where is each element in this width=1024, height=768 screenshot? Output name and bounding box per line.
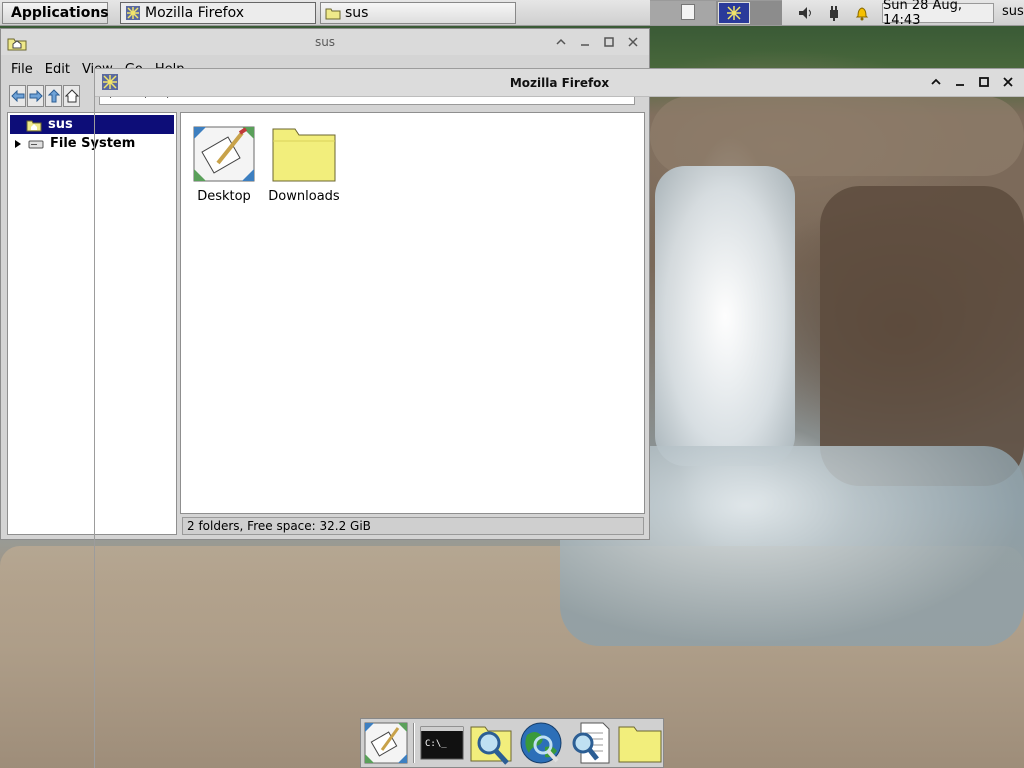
folder-icon xyxy=(618,726,662,763)
dock-home-folder[interactable] xyxy=(617,720,663,766)
menu-file[interactable]: File xyxy=(5,59,39,81)
dock-show-desktop[interactable] xyxy=(363,720,409,766)
home-folder-icon xyxy=(7,33,27,55)
menu-edit[interactable]: Edit xyxy=(39,59,76,81)
launcher-dock: C:\_ xyxy=(360,718,664,768)
dock-web-browser[interactable] xyxy=(518,720,564,766)
shade-icon[interactable] xyxy=(551,33,571,51)
forward-arrow-icon[interactable] xyxy=(27,85,44,107)
maximize-icon[interactable] xyxy=(599,33,619,51)
applications-label: Applications xyxy=(11,5,109,21)
expander-arrow-icon[interactable] xyxy=(14,139,22,149)
tree-item-label: sus xyxy=(48,117,73,132)
minimize-icon[interactable] xyxy=(950,73,970,91)
taskbar-firefox-label: Mozilla Firefox xyxy=(145,5,245,21)
close-icon[interactable] xyxy=(998,73,1018,91)
close-icon[interactable] xyxy=(623,33,643,51)
workspace-2[interactable] xyxy=(716,1,782,25)
workspace-window-thumbnail xyxy=(681,4,695,20)
volume-icon[interactable] xyxy=(796,5,816,21)
firefox-window-buttons xyxy=(926,73,1018,91)
notification-bell-icon[interactable] xyxy=(852,5,872,21)
firefox-icon xyxy=(101,73,119,95)
firefox-icon xyxy=(126,6,140,20)
file-manager-toolbar xyxy=(9,85,80,109)
firefox-window: Mozilla Firefox xyxy=(94,68,1024,768)
firefox-titlebar[interactable]: Mozilla Firefox xyxy=(95,69,1024,97)
dock-terminal[interactable]: C:\_ xyxy=(419,720,465,766)
terminal-icon: C:\_ xyxy=(420,726,463,760)
back-arrow-icon[interactable] xyxy=(9,85,26,107)
dock-separator xyxy=(412,723,415,763)
taskbar-file-manager-label: sus xyxy=(345,5,369,21)
workspace-1[interactable] xyxy=(650,1,716,25)
folder-icon xyxy=(325,8,341,20)
minimize-icon[interactable] xyxy=(575,33,595,51)
home-icon[interactable] xyxy=(63,85,80,107)
applications-menu-button[interactable]: Applications xyxy=(2,2,109,24)
shade-icon[interactable] xyxy=(926,73,946,91)
web-browser-icon xyxy=(520,722,562,764)
top-panel: Applications Mozilla Firefox sus Sun 28 … xyxy=(0,0,1024,28)
file-manager-window-buttons xyxy=(551,33,643,51)
firefox-title: Mozilla Firefox xyxy=(509,75,610,90)
dock-document-search[interactable] xyxy=(568,720,614,766)
up-arrow-icon[interactable] xyxy=(45,85,62,107)
workspace-window-thumbnail-active xyxy=(718,2,750,24)
file-manager-title: sus xyxy=(314,35,336,49)
file-search-icon xyxy=(470,726,512,765)
workspace-pager[interactable] xyxy=(650,0,782,26)
dock-file-search[interactable] xyxy=(468,720,514,766)
power-plug-icon[interactable] xyxy=(824,4,844,22)
document-search-icon xyxy=(572,722,610,764)
desktop-icon xyxy=(364,722,408,764)
maximize-icon[interactable] xyxy=(974,73,994,91)
taskbar-firefox[interactable]: Mozilla Firefox xyxy=(120,2,316,24)
current-user-label[interactable]: sus xyxy=(1002,4,1024,19)
clock[interactable]: Sun 28 Aug, 14:43 xyxy=(882,0,994,28)
drive-icon xyxy=(28,140,44,148)
svg-text:C:\_: C:\_ xyxy=(425,739,447,749)
firefox-icon xyxy=(727,6,741,20)
home-folder-icon xyxy=(26,120,42,131)
system-tray xyxy=(796,0,872,26)
file-manager-titlebar[interactable]: sus xyxy=(1,29,649,55)
taskbar-file-manager[interactable]: sus xyxy=(320,2,516,24)
